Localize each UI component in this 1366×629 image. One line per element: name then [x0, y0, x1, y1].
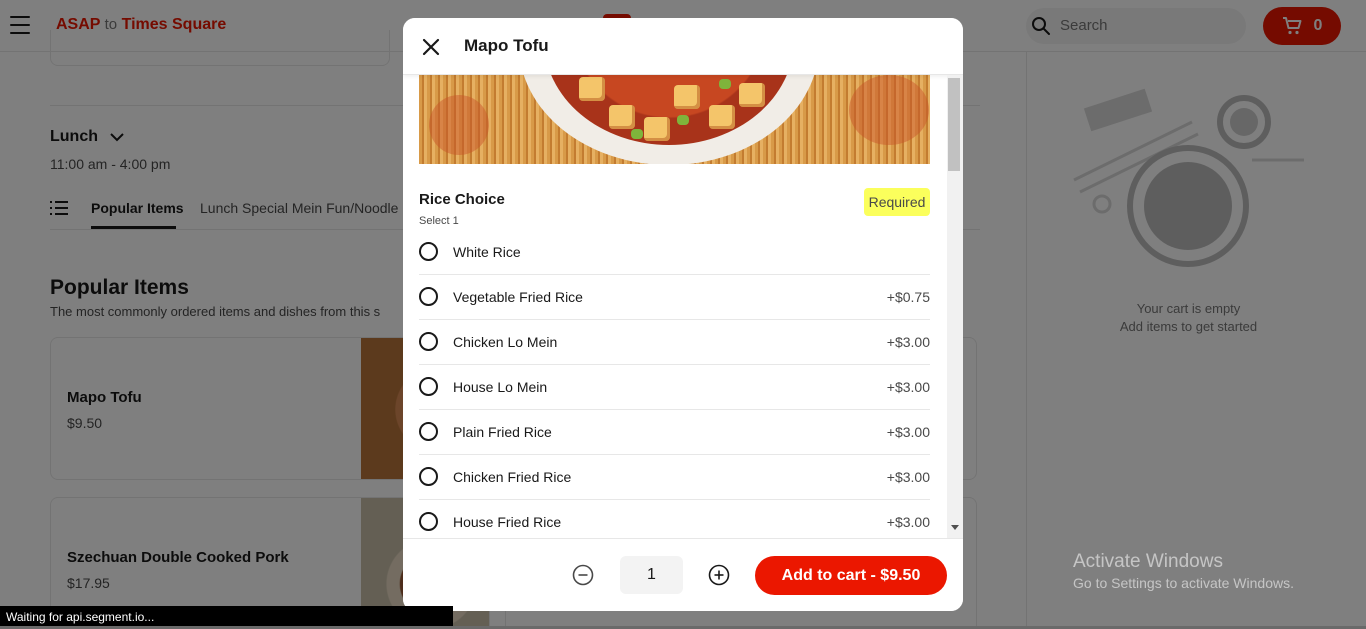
radio-button[interactable]: [419, 467, 438, 486]
rice-option-chicken-fried-rice[interactable]: Chicken Fried Rice +$3.00: [419, 455, 930, 500]
radio-button[interactable]: [419, 512, 438, 531]
modal-header: Mapo Tofu: [403, 18, 963, 75]
option-group-subtitle: Select 1: [419, 215, 459, 227]
modal-footer: 1 Add to cart - $9.50: [403, 538, 963, 611]
item-modal: Mapo Tofu Rice Choice Select 1 Required …: [403, 18, 963, 611]
option-group-title: Rice Choice: [419, 191, 505, 208]
watermark-subtitle: Go to Settings to activate Windows.: [1073, 575, 1294, 591]
scrollbar-thumb[interactable]: [948, 78, 960, 171]
modal-scroll-area[interactable]: Rice Choice Select 1 Required White Rice…: [403, 75, 963, 538]
plus-circle-icon[interactable]: [708, 564, 730, 586]
option-price: +$3.00: [886, 379, 930, 395]
quantity-field[interactable]: 1: [620, 556, 683, 594]
option-label: Plain Fried Rice: [453, 424, 552, 440]
add-to-cart-button[interactable]: Add to cart - $9.50: [755, 556, 947, 595]
rice-option-house-fried-rice[interactable]: House Fried Rice +$3.00: [419, 500, 930, 538]
option-label: Chicken Fried Rice: [453, 469, 572, 485]
radio-button[interactable]: [419, 377, 438, 396]
option-price: +$3.00: [886, 514, 930, 530]
windows-activation-watermark: Activate Windows Go to Settings to activ…: [1073, 551, 1294, 591]
option-price: +$0.75: [886, 289, 930, 305]
option-label: House Lo Mein: [453, 379, 548, 395]
scroll-down-arrow-icon[interactable]: [951, 525, 959, 530]
item-hero-image: [419, 75, 930, 164]
modal-title: Mapo Tofu: [464, 36, 549, 55]
option-label: Vegetable Fried Rice: [453, 289, 583, 305]
option-label: White Rice: [453, 244, 521, 260]
rice-option-house-lo-mein[interactable]: House Lo Mein +$3.00: [419, 365, 930, 410]
watermark-title: Activate Windows: [1073, 551, 1223, 572]
radio-button[interactable]: [419, 242, 438, 261]
rice-option-vegetable-fried-rice[interactable]: Vegetable Fried Rice +$0.75: [419, 275, 930, 320]
option-label: Chicken Lo Mein: [453, 334, 558, 350]
close-icon[interactable]: [419, 35, 443, 59]
option-label: House Fried Rice: [453, 514, 562, 530]
option-price: +$3.00: [886, 334, 930, 350]
rice-option-chicken-lo-mein[interactable]: Chicken Lo Mein +$3.00: [419, 320, 930, 365]
radio-button[interactable]: [419, 287, 438, 306]
rice-option-plain-fried-rice[interactable]: Plain Fried Rice +$3.00: [419, 410, 930, 455]
required-badge: Required: [864, 188, 930, 216]
minus-circle-icon[interactable]: [572, 564, 594, 586]
radio-button[interactable]: [419, 332, 438, 351]
option-price: +$3.00: [886, 469, 930, 485]
rice-option-white-rice[interactable]: White Rice: [419, 230, 930, 275]
option-price: +$3.00: [886, 424, 930, 440]
radio-button[interactable]: [419, 422, 438, 441]
